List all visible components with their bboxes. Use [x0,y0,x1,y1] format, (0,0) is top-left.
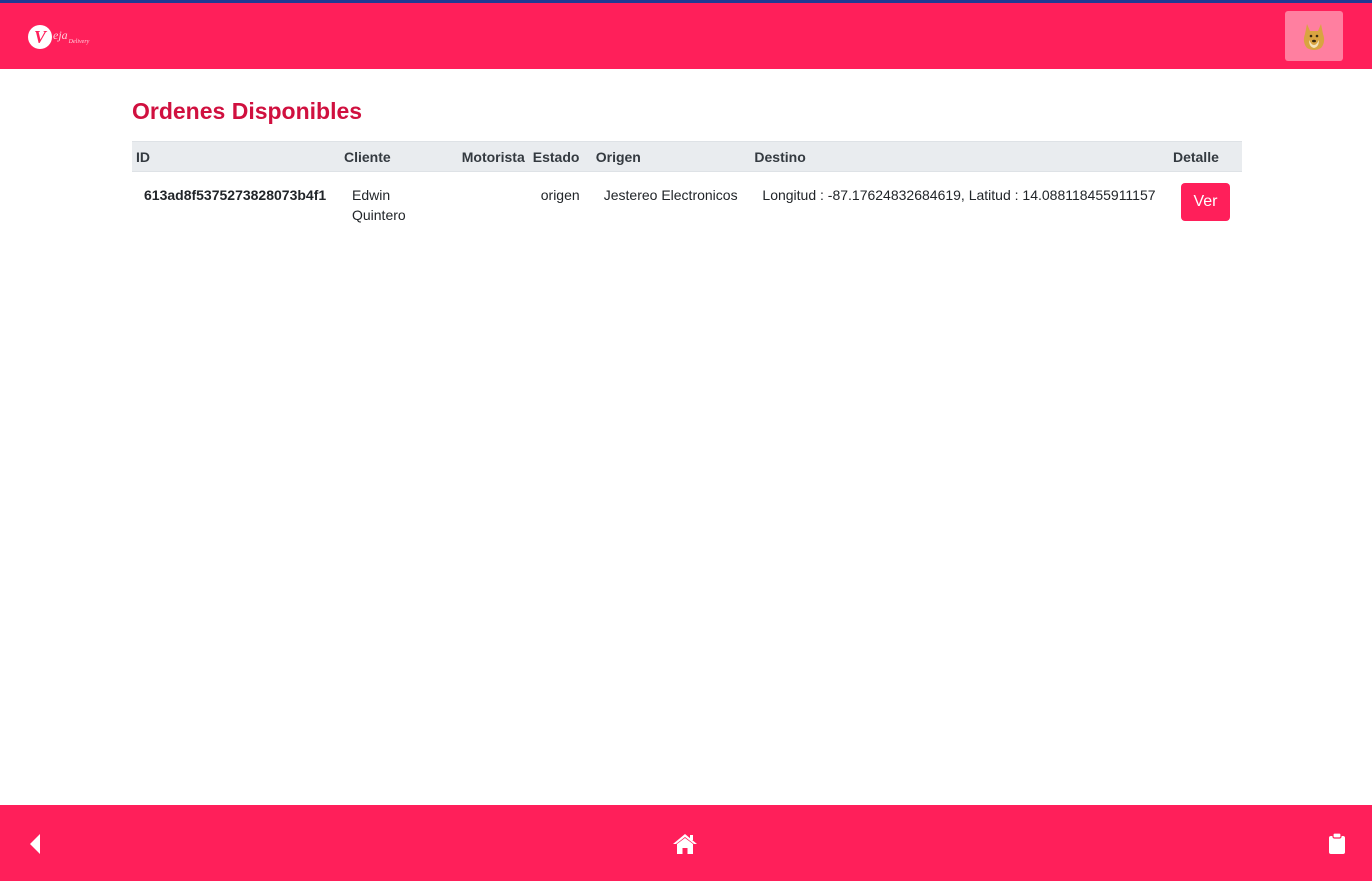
column-header-cliente: Cliente [339,141,458,172]
column-header-detalle: Detalle [1168,141,1242,172]
navbar: V eja Delivery [0,3,1372,69]
order-detalle-cell: Ver [1169,172,1242,234]
clipboard-icon [1329,832,1345,854]
column-header-origen: Origen [591,141,751,172]
column-header-motorista: Motorista [457,141,529,172]
order-origen: Jestereo Electronicos [603,187,738,203]
order-motorista [458,172,529,234]
column-header-estado: Estado [528,141,592,172]
order-estado: origen [540,187,580,203]
table-header-row: ID Cliente Motorista Estado Origen Desti… [132,141,1242,172]
back-icon [30,834,40,854]
order-cliente: Edwin Quintero [351,187,406,223]
column-header-id: ID [132,141,340,172]
logo[interactable]: V eja Delivery [28,23,98,51]
back-button[interactable] [28,833,52,855]
avatar-button[interactable] [1285,11,1343,61]
main-content: Ordenes Disponibles ID Cliente Motorista… [132,69,1242,233]
footer-nav [0,805,1372,881]
logo-text: eja [53,27,68,42]
home-button[interactable] [672,833,698,855]
order-id: 613ad8f5375273828073b4f1 [144,187,327,203]
table-row: 613ad8f5375273828073b4f1 Edwin Quintero … [132,172,1242,234]
logo-mark: V [28,25,52,49]
logo-subtext: Delivery [68,39,90,45]
clipboard-button[interactable] [1328,832,1346,855]
column-header-destino: Destino [750,141,1169,172]
doge-avatar-icon [1303,24,1325,50]
page-title: Ordenes Disponibles [132,98,363,124]
home-icon [673,834,697,854]
orders-table: ID Cliente Motorista Estado Origen Desti… [132,141,1242,233]
ver-button[interactable]: Ver [1180,183,1230,221]
order-destino: Longitud : -87.17624832684619, Latitud :… [762,187,1156,203]
